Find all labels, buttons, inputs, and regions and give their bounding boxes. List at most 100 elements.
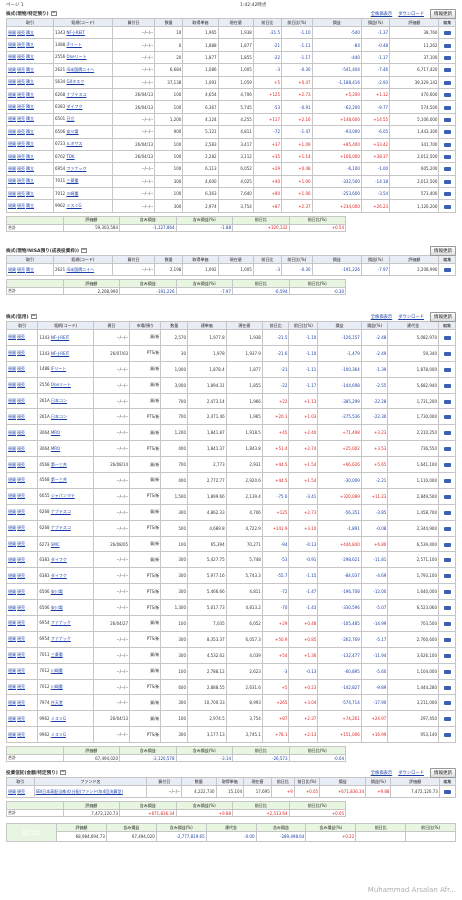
sell-link[interactable]: 現売 (17, 589, 25, 594)
sell-link[interactable]: 現売 (17, 366, 25, 371)
sell-link[interactable]: 現売 (17, 668, 25, 673)
mail-icon[interactable] (443, 590, 451, 595)
more-link[interactable]: 積立 (26, 141, 34, 146)
buy-link[interactable]: 現買 (8, 541, 16, 546)
buy-link[interactable]: 現買 (8, 92, 16, 97)
ticker-name[interactable]: NF-J-REIT (51, 335, 69, 340)
mail-icon[interactable] (443, 367, 451, 372)
ticker-name[interactable]: 川崎重 (51, 668, 63, 673)
more-link[interactable]: 積立 (26, 42, 34, 47)
buy-link[interactable]: 現買 (8, 636, 16, 641)
more-link[interactable]: 積立 (26, 67, 34, 72)
ticker-name[interactable]: ダイフク (51, 573, 67, 578)
ticker-name[interactable]: ダイフク (51, 557, 67, 562)
sell-link[interactable]: 現売 (17, 267, 25, 272)
ticker-name[interactable]: 三菱重 (51, 652, 63, 657)
mail-icon[interactable] (443, 399, 451, 404)
sell-link[interactable]: 現売 (17, 541, 25, 546)
mail-icon[interactable] (443, 335, 451, 340)
sell-link[interactable]: 現売 (17, 620, 25, 625)
sell-link[interactable]: 現売 (17, 652, 25, 657)
buy-link[interactable]: 現買 (8, 398, 16, 403)
more-link[interactable]: 積立 (26, 129, 34, 134)
more-link[interactable]: 積立 (26, 54, 34, 59)
buy-link[interactable]: 現買 (8, 414, 16, 419)
collapse-toggle[interactable]: − (30, 314, 37, 319)
sell-link[interactable]: 現売 (17, 104, 25, 109)
ticker-name[interactable]: MRO (51, 430, 60, 435)
buy-link[interactable]: 現買 (8, 589, 16, 594)
ticker-name[interactable]: 第一三共 (51, 462, 67, 467)
buy-link[interactable]: 現買 (8, 141, 16, 146)
buy-link[interactable]: 現買 (8, 477, 16, 482)
ticker-name[interactable]: 任天堂 (51, 700, 63, 705)
collapse-toggle[interactable]: − (81, 248, 88, 253)
sell-link[interactable]: 現売 (17, 350, 25, 355)
mail-icon[interactable] (443, 701, 451, 706)
mail-icon[interactable] (443, 192, 451, 197)
sell-link[interactable]: 現売 (17, 141, 25, 146)
mail-icon[interactable] (443, 383, 451, 388)
download-link[interactable]: ダウンロード (398, 11, 424, 17)
sell-link[interactable]: 現売 (17, 573, 25, 578)
buy-link[interactable]: 現買 (8, 509, 16, 514)
more-link[interactable]: 積立 (26, 166, 34, 171)
sell-link[interactable]: 現売 (17, 178, 25, 183)
ticker-name[interactable]: NF-J-REIT (66, 30, 84, 35)
buy-link[interactable]: 現買 (8, 573, 16, 578)
buy-link[interactable]: 現買 (8, 668, 16, 673)
sell-link[interactable]: 現売 (17, 154, 25, 159)
buy-link[interactable]: 現買 (8, 605, 16, 610)
ticker-name[interactable]: ナブテスコ (51, 525, 71, 530)
mail-icon[interactable] (443, 669, 451, 674)
ticker-name[interactable]: Oneリート (66, 54, 86, 59)
mail-icon[interactable] (443, 155, 451, 160)
ticker-name[interactable]: 第一三共 (51, 477, 67, 482)
mail-icon[interactable] (443, 447, 451, 452)
ticker-name[interactable]: 川崎重 (51, 684, 63, 689)
mail-icon[interactable] (443, 494, 451, 499)
mail-icon[interactable] (443, 179, 451, 184)
sell-link[interactable]: 現売 (17, 129, 25, 134)
sell-link[interactable]: 現売 (17, 605, 25, 610)
sell-link[interactable]: 現売 (17, 42, 25, 47)
ticker-name[interactable]: MRO (51, 446, 60, 451)
sell-link[interactable]: 現売 (17, 203, 25, 208)
mail-icon[interactable] (443, 55, 451, 60)
download-link[interactable]: ダウンロード (398, 314, 424, 320)
sell-link[interactable]: 現売 (17, 116, 25, 121)
mail-icon[interactable] (443, 431, 451, 436)
mail-icon[interactable] (443, 351, 451, 356)
mail-icon[interactable] (443, 574, 451, 579)
sell-link[interactable]: 現売 (17, 684, 25, 689)
ticker-name[interactable]: ミスミG (51, 716, 66, 721)
ticker-name[interactable]: ナブテスコ (66, 92, 86, 97)
more-link[interactable]: 積立 (26, 92, 34, 97)
buy-link[interactable]: 現買 (8, 430, 16, 435)
ticker-name[interactable]: 安川電 (51, 589, 63, 594)
buy-link[interactable]: 現買 (8, 267, 16, 272)
sell-link[interactable]: 現売 (17, 414, 25, 419)
sell-link[interactable]: 現売 (17, 334, 25, 339)
sell-link[interactable]: 現売 (17, 557, 25, 562)
mail-icon[interactable] (443, 621, 451, 626)
buy-link[interactable]: 現買 (8, 129, 16, 134)
fund-name[interactable]: SBI日本高配当株式(分配)ファンド(年4回決算型) (33, 785, 148, 799)
sell-link[interactable]: 現売 (17, 716, 25, 721)
buy-link[interactable]: 現買 (8, 652, 16, 657)
ticker-name[interactable]: iFリート (51, 366, 66, 371)
collapse-toggle[interactable]: − (50, 11, 57, 16)
sell-link[interactable]: 現売 (17, 636, 25, 641)
ticker-name[interactable]: 安川電 (66, 129, 78, 134)
buy-link[interactable]: 現買 (8, 67, 16, 72)
mail-icon[interactable] (443, 637, 451, 642)
mail-icon[interactable] (443, 117, 451, 122)
ticker-name[interactable]: TDK (66, 154, 74, 159)
buy-link[interactable]: 現買 (8, 334, 16, 339)
mail-icon[interactable] (443, 478, 451, 483)
mail-icon[interactable] (443, 415, 451, 420)
ticker-name[interactable]: SMC (51, 542, 60, 547)
ticker-name[interactable]: 三菱重 (66, 178, 78, 183)
ticker-name[interactable]: ジャパンマテ (51, 493, 75, 498)
buy-link[interactable]: 現買 (8, 116, 16, 121)
